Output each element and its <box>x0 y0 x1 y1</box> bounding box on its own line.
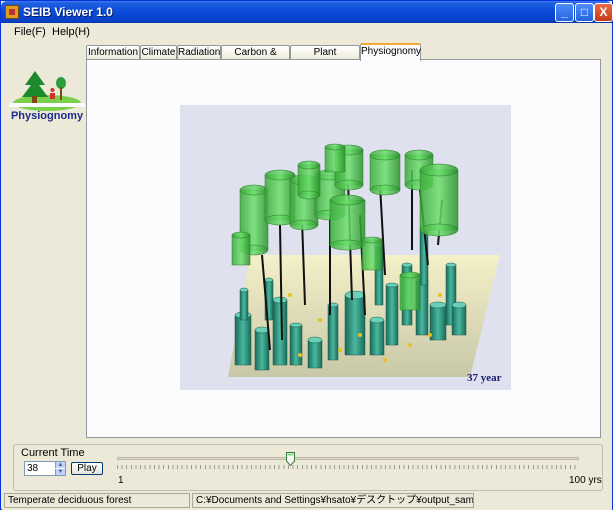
status-vegetation-type: Temperate deciduous forest <box>4 493 190 508</box>
status-file-path: C:¥Documents and Settings¥hsato¥デスクトップ¥o… <box>192 493 474 508</box>
time-slider-track[interactable] <box>117 457 579 460</box>
tab-carbon-water[interactable]: Carbon & Water <box>221 45 290 71</box>
year-spinner-value[interactable]: 38 <box>27 463 38 474</box>
title-bar[interactable]: SEIB Viewer 1.0 _ □ X <box>1 1 613 23</box>
spinner-down-icon[interactable]: ▼ <box>55 469 65 475</box>
slider-min-label: 1 <box>118 475 124 486</box>
menu-file[interactable]: File(F) <box>14 26 46 38</box>
sidebar-caption: Physiognomy <box>10 110 84 122</box>
tab-physiognomy[interactable]: Physiognomy <box>360 43 421 61</box>
app-icon[interactable] <box>5 5 19 19</box>
play-button[interactable]: Play <box>71 462 103 475</box>
tab-information[interactable]: Information <box>86 45 140 60</box>
spinner-up-icon[interactable]: ▲ <box>55 462 65 468</box>
minimize-button[interactable]: _ <box>555 3 574 22</box>
close-button[interactable]: X <box>594 3 613 22</box>
tab-plant-properties[interactable]: Plant properties <box>290 45 360 71</box>
tab-radiation[interactable]: Radiation <box>177 45 221 60</box>
menu-bar: File(F) Help(H) <box>2 23 612 42</box>
app-window: SEIB Viewer 1.0 _ □ X File(F) Help(H) Ph… <box>0 0 613 510</box>
year-spinner[interactable]: 38 ▲ ▼ <box>24 461 66 476</box>
status-bar: Temperate deciduous forest C:¥Documents … <box>2 492 612 510</box>
menu-help[interactable]: Help(H) <box>52 26 90 38</box>
window-title: SEIB Viewer 1.0 <box>23 5 113 19</box>
current-time-label: Current Time <box>19 447 87 459</box>
maximize-button[interactable]: □ <box>575 3 594 22</box>
slider-max-label: 100 yrs <box>569 475 602 486</box>
time-slider-ticks <box>117 465 579 469</box>
time-slider-thumb[interactable] <box>286 452 295 466</box>
tab-climate[interactable]: Climate <box>140 45 177 60</box>
simulation-year-label: 37 year <box>467 372 502 384</box>
forest-3d-view <box>180 105 511 390</box>
